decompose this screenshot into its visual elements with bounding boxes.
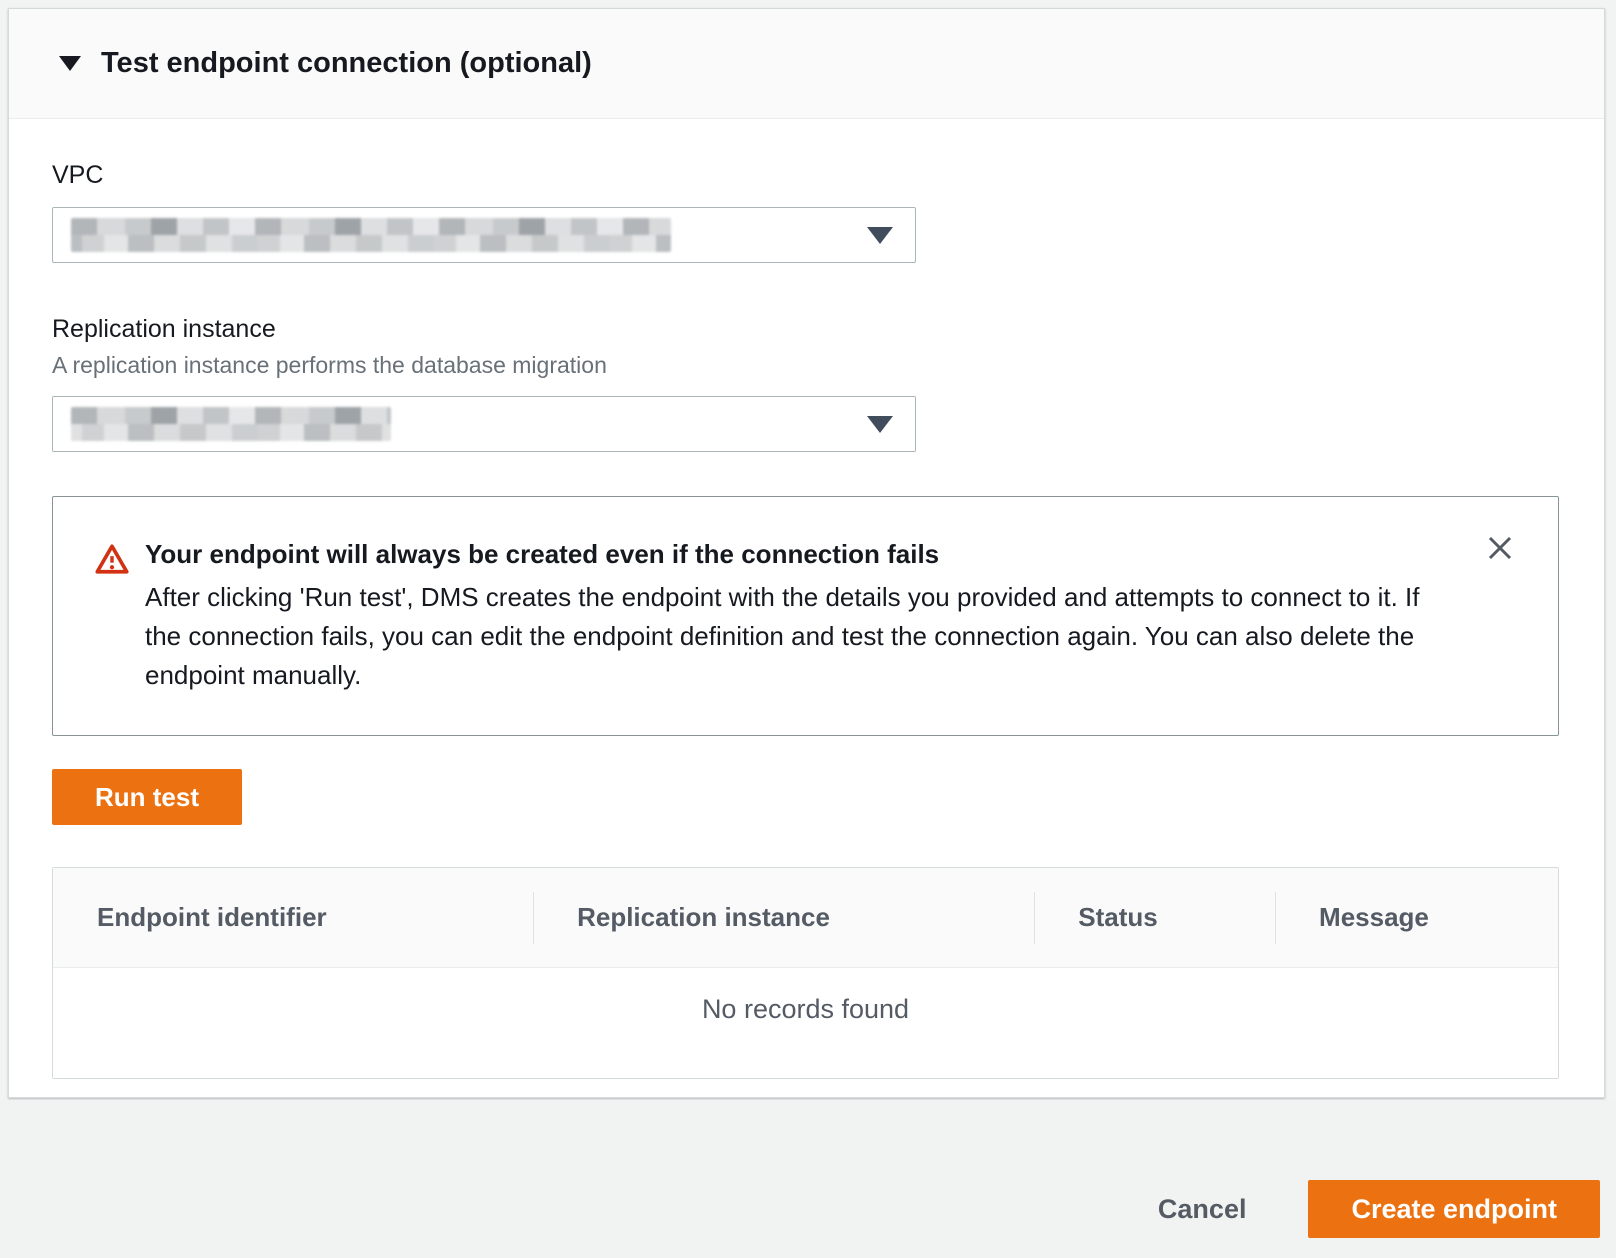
- panel-body: VPC Replication instance A replication i…: [9, 119, 1604, 1079]
- alert-body: After clicking 'Run test', DMS creates t…: [145, 578, 1445, 695]
- form-action-bar: Cancel Create endpoint: [0, 1100, 1616, 1258]
- column-header-endpoint-identifier: Endpoint identifier: [53, 868, 533, 967]
- alert-title: Your endpoint will always be created eve…: [145, 539, 1445, 570]
- table-empty-state: No records found: [53, 968, 1558, 1078]
- replication-instance-select[interactable]: [52, 396, 916, 452]
- chevron-down-icon: [867, 227, 893, 244]
- vpc-select[interactable]: [52, 207, 916, 263]
- alert-content: Your endpoint will always be created eve…: [145, 539, 1445, 695]
- test-endpoint-panel: Test endpoint connection (optional) VPC …: [8, 8, 1605, 1098]
- create-endpoint-button[interactable]: Create endpoint: [1308, 1180, 1600, 1238]
- table-header-row: Endpoint identifier Replication instance…: [53, 868, 1558, 968]
- cancel-button[interactable]: Cancel: [1158, 1180, 1247, 1238]
- warning-alert: Your endpoint will always be created eve…: [52, 496, 1559, 736]
- column-header-replication-instance: Replication instance: [533, 868, 1034, 967]
- replication-instance-label: Replication instance: [52, 315, 1559, 344]
- panel-title: Test endpoint connection (optional): [101, 47, 592, 80]
- close-icon[interactable]: [1484, 533, 1516, 565]
- page: Test endpoint connection (optional) VPC …: [0, 0, 1616, 1258]
- run-test-button[interactable]: Run test: [52, 769, 242, 825]
- collapse-caret-icon[interactable]: [59, 56, 81, 71]
- chevron-down-icon: [867, 416, 893, 433]
- panel-header[interactable]: Test endpoint connection (optional): [9, 9, 1604, 119]
- vpc-field: VPC: [52, 161, 1559, 263]
- replication-instance-redacted-value: [71, 407, 391, 441]
- column-header-status: Status: [1034, 868, 1275, 967]
- replication-instance-description: A replication instance performs the data…: [52, 352, 1559, 379]
- column-header-message: Message: [1275, 868, 1558, 967]
- vpc-label: VPC: [52, 161, 1559, 190]
- warning-triangle-icon: [95, 543, 129, 575]
- vpc-redacted-value: [71, 218, 671, 252]
- test-results-table: Endpoint identifier Replication instance…: [52, 867, 1559, 1079]
- replication-instance-field: Replication instance A replication insta…: [52, 315, 1559, 452]
